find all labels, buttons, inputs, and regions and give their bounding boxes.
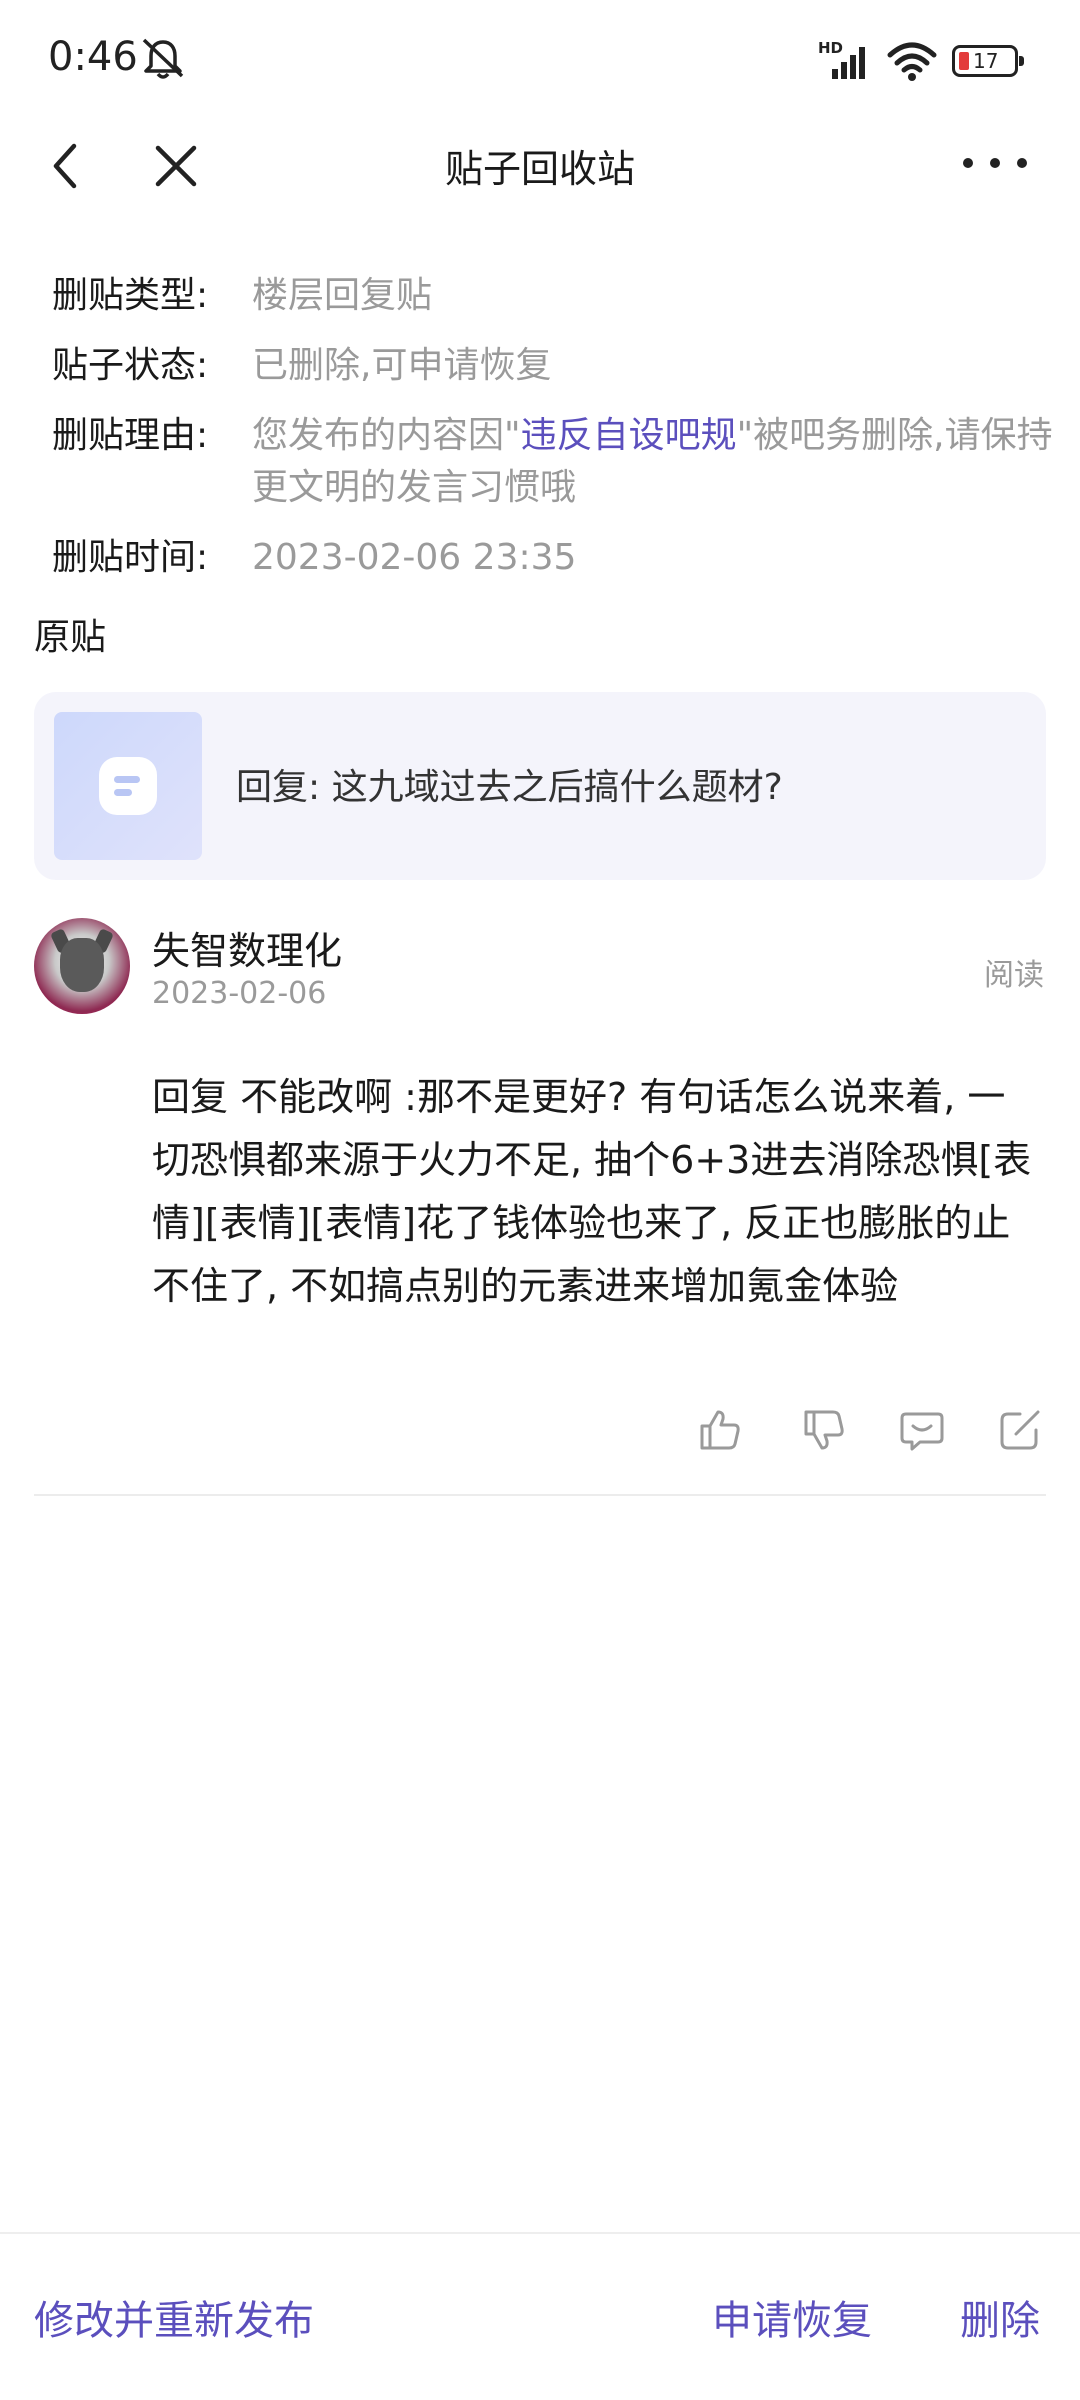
reason-label: 删贴理由: <box>52 415 209 456</box>
status-time: 0:46 <box>48 34 138 80</box>
author-date: 2023-02-06 <box>152 976 327 1011</box>
reply-content: 回复 不能改啊 :那不是更好? 有句话怎么说来着, 一切恐惧都来源于火力不足, … <box>152 1075 1032 1308</box>
original-post-card[interactable]: 回复: 这九域过去之后搞什么题材? <box>34 692 1046 880</box>
nav-bar: 贴子回收站 <box>0 120 1080 210</box>
thumbs-up-icon[interactable] <box>696 1406 744 1454</box>
republish-button[interactable]: 修改并重新发布 <box>34 2288 314 2346</box>
page-title: 贴子回收站 <box>444 147 635 191</box>
type-label: 删贴类型: <box>52 275 209 316</box>
battery-level: 17 <box>973 49 999 73</box>
restore-button[interactable]: 申请恢复 <box>712 2288 872 2346</box>
author-name[interactable]: 失智数理化 <box>152 920 342 975</box>
time-value: 2023-02-06 23:35 <box>252 537 577 578</box>
divider <box>34 1494 1046 1496</box>
comment-icon[interactable] <box>898 1406 946 1454</box>
original-post-text: 回复: 这九域过去之后搞什么题材? <box>236 767 783 808</box>
tieba-logo-icon <box>99 757 157 815</box>
delete-button[interactable]: 删除 <box>960 2288 1040 2346</box>
status-right: HD 17 <box>818 36 1024 86</box>
thumbs-down-icon[interactable] <box>800 1406 848 1454</box>
status-bar: 0:46 HD 17 <box>0 0 1080 120</box>
mute-bell-icon <box>142 38 184 79</box>
bottom-action-bar: 修改并重新发布 申请恢复 删除 <box>0 2234 1080 2400</box>
battery-icon: 17 <box>952 45 1024 77</box>
time-label: 删贴时间: <box>52 537 209 578</box>
avatar[interactable] <box>34 918 130 1014</box>
original-section-title: 原贴 <box>34 617 107 658</box>
signal-icon: HD <box>818 39 872 83</box>
battery-fill <box>959 52 969 70</box>
status-value: 已删除,可申请恢复 <box>252 345 552 386</box>
reason-value: 您发布的内容因"违反自设吧规"被吧务删除,请保持更文明的发言习惯哦 <box>252 410 1080 514</box>
edit-icon[interactable] <box>996 1406 1044 1454</box>
post-actions <box>0 1406 1080 1466</box>
type-value: 楼层回复贴 <box>252 275 433 316</box>
more-horizontal-icon[interactable] <box>960 148 1030 178</box>
rule-link[interactable]: 违反自设吧规 <box>521 415 737 456</box>
wifi-icon <box>887 42 937 81</box>
reason-prefix: 您发布的内容因" <box>252 415 521 456</box>
status-label: 贴子状态: <box>52 345 209 386</box>
post-thumbnail <box>54 712 202 860</box>
read-button[interactable]: 阅读 <box>984 950 1044 994</box>
